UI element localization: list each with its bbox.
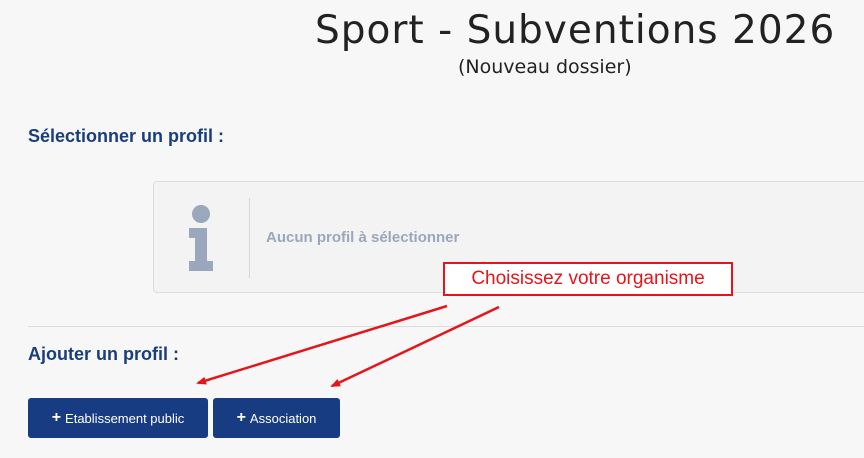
empty-profile-message: Aucun profil à sélectionner: [266, 229, 460, 246]
info-divider: [249, 198, 250, 278]
info-icon: [189, 205, 213, 271]
plus-icon: +: [236, 409, 246, 426]
add-public-establishment-button[interactable]: + Etablissement public: [28, 398, 208, 438]
section-divider: [28, 326, 864, 327]
add-public-establishment-label: Etablissement public: [65, 410, 185, 426]
add-association-button[interactable]: + Association: [213, 398, 340, 438]
select-profile-heading: Sélectionner un profil :: [28, 126, 225, 146]
arrow-to-etablissement: [196, 304, 448, 385]
page-title: Sport - Subventions 2026: [315, 8, 836, 53]
page-subtitle: (Nouveau dossier): [458, 56, 632, 78]
add-association-label: Association: [249, 410, 317, 426]
annotation-callout: Choisissez votre organisme: [443, 262, 733, 296]
add-profile-heading: Ajouter un profil :: [28, 344, 179, 364]
arrow-to-association: [330, 305, 500, 388]
plus-icon: +: [51, 409, 62, 426]
